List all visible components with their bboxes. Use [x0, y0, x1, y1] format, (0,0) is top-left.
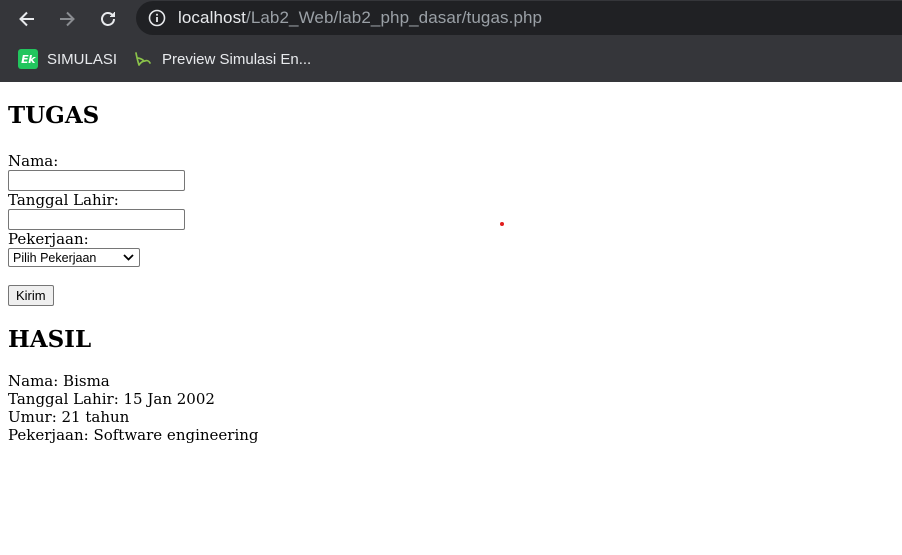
- bookmark-label: SIMULASI: [47, 50, 118, 68]
- chevron-down-icon: [123, 254, 134, 261]
- bookmark-simulasi[interactable]: Ek SIMULASI: [18, 49, 117, 69]
- tanggal-lahir-input[interactable]: [8, 209, 185, 230]
- back-button[interactable]: [14, 6, 40, 32]
- pekerjaan-select[interactable]: Pilih Pekerjaan: [8, 248, 140, 267]
- url-path: /Lab2_Web/lab2_php_dasar/tugas.php: [246, 8, 543, 27]
- address-bar[interactable]: localhost/Lab2_Web/lab2_php_dasar/tugas.…: [136, 1, 902, 35]
- arrow-right-icon: [60, 11, 75, 27]
- pekerjaan-selected-value: Pilih Pekerjaan: [13, 251, 97, 265]
- hasil-output: Nama: Bisma Tanggal Lahir: 15 Jan 2002 U…: [8, 372, 894, 444]
- leaf-logo-icon: [135, 52, 151, 66]
- cursor-dot: [500, 222, 504, 226]
- tanggal-lahir-label: Tanggal Lahir:: [8, 191, 119, 209]
- reload-button[interactable]: [95, 6, 121, 32]
- site-info-icon[interactable]: [148, 9, 166, 27]
- bookmark-label: Preview Simulasi En...: [162, 50, 312, 68]
- url-host: localhost: [178, 8, 246, 27]
- hasil-pekerjaan: Pekerjaan: Software engineering: [8, 426, 259, 444]
- hasil-umur: Umur: 21 tahun: [8, 408, 130, 426]
- ek-logo-icon: Ek: [18, 49, 38, 69]
- nama-label: Nama:: [8, 152, 59, 170]
- pekerjaan-label: Pekerjaan:: [8, 230, 89, 248]
- url-text[interactable]: localhost/Lab2_Web/lab2_php_dasar/tugas.…: [178, 8, 542, 28]
- browser-chrome: localhost/Lab2_Web/lab2_php_dasar/tugas.…: [0, 0, 902, 82]
- hasil-heading: HASIL: [8, 326, 92, 353]
- hasil-tanggal-lahir: Tanggal Lahir: 15 Jan 2002: [8, 390, 215, 408]
- form-heading: TUGAS: [8, 102, 100, 129]
- nama-input[interactable]: [8, 170, 185, 191]
- forward-button[interactable]: [54, 6, 80, 32]
- bookmark-preview-simulasi[interactable]: Preview Simulasi En...: [133, 49, 311, 69]
- reload-icon: [101, 12, 115, 26]
- browser-toolbar: localhost/Lab2_Web/lab2_php_dasar/tugas.…: [0, 0, 902, 37]
- page-content: TUGAS Nama: Tanggal Lahir: Pekerjaan: Pi…: [0, 82, 902, 444]
- arrow-left-icon: [19, 11, 34, 27]
- kirim-button[interactable]: Kirim: [8, 285, 54, 306]
- bookmarks-bar: Ek SIMULASI Preview Simulasi En...: [0, 37, 902, 82]
- hasil-nama: Nama: Bisma: [8, 372, 110, 390]
- tugas-form: Nama: Tanggal Lahir: Pekerjaan: Pilih Pe…: [8, 152, 894, 306]
